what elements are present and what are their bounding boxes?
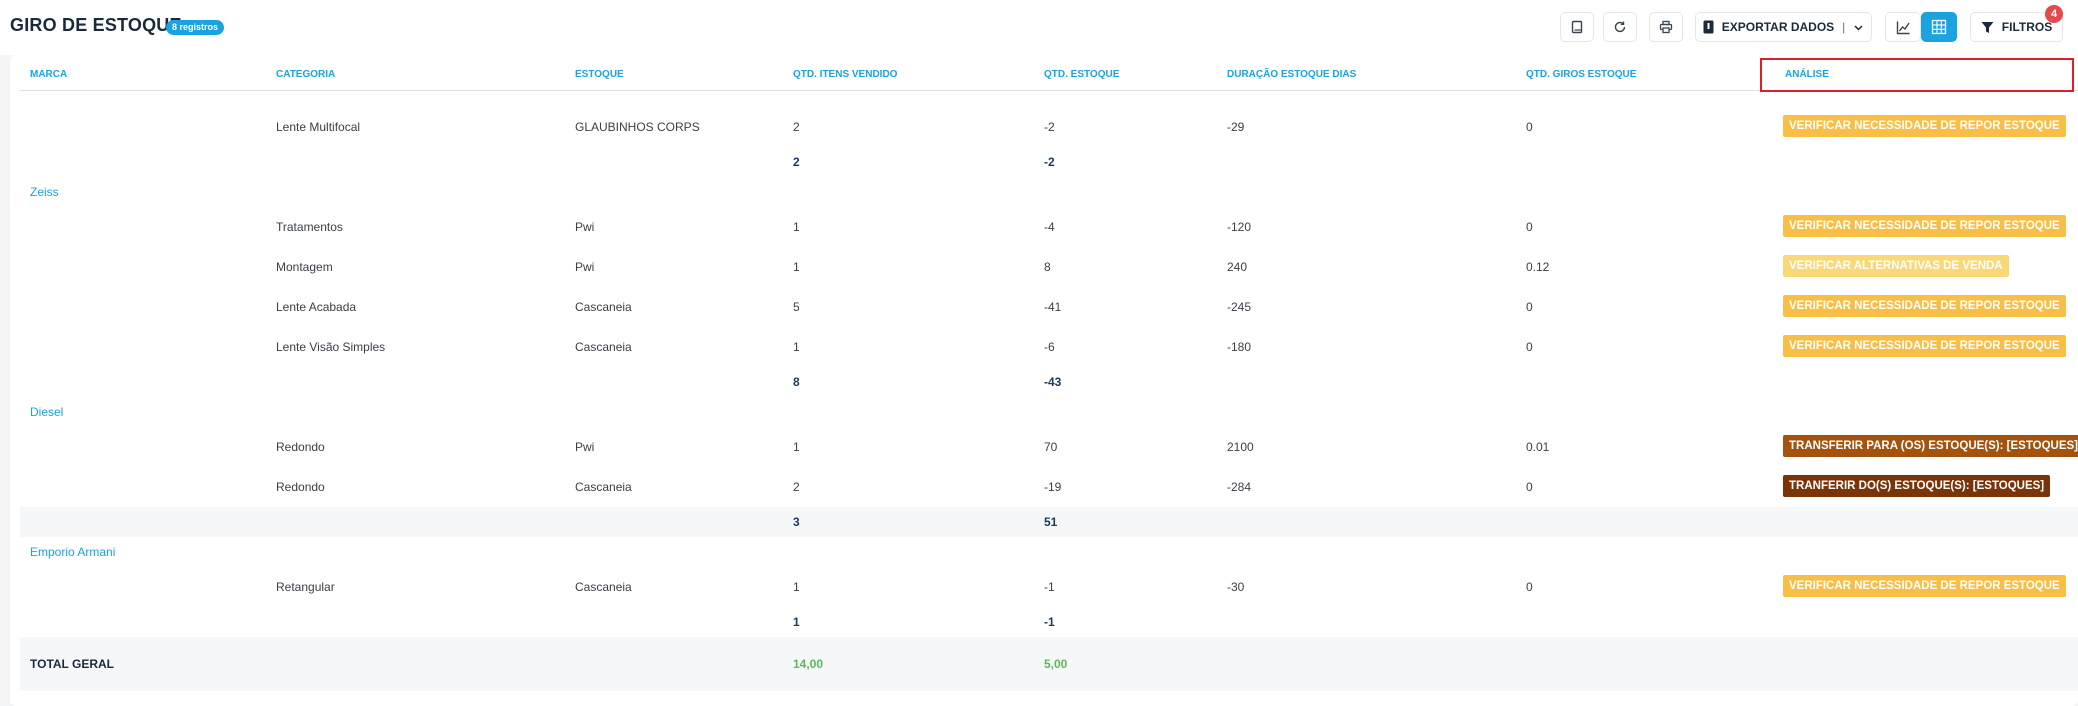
table-cell-estoque: Cascaneia	[575, 300, 632, 314]
export-data-button[interactable]: EXPORTAR DADOS |	[1695, 12, 1872, 42]
export-separator: |	[1842, 20, 1846, 34]
table-cell-categoria: Lente Multifocal	[276, 120, 361, 134]
filters-label: FILTROS	[2001, 20, 2053, 34]
subtotal-estoque: -43	[1044, 375, 1062, 389]
column-header-qtd-estoque[interactable]: QTD. ESTOQUE	[1044, 69, 1119, 80]
column-header-giros[interactable]: QTD. GIROS ESTOQUE	[1526, 69, 1636, 80]
book-icon	[1570, 20, 1584, 34]
table-cell-giros: 0	[1526, 220, 1533, 234]
analysis-badge: VERIFICAR NECESSIDADE DE REPOR ESTOQUE	[1783, 115, 2066, 137]
table-cell-vendido: 1	[793, 580, 800, 594]
manual-button[interactable]	[1560, 12, 1594, 42]
table-cell-categoria: Redondo	[276, 440, 325, 454]
column-header-marca[interactable]: MARCA	[30, 69, 67, 80]
table-cell-duracao: 240	[1227, 260, 1248, 274]
refresh-button[interactable]	[1603, 12, 1637, 42]
records-count-badge: 8 registros	[166, 20, 225, 35]
filters-count-badge: 4	[2045, 5, 2063, 23]
column-header-qtd-vendido[interactable]: QTD. ITENS VENDIDO	[793, 69, 897, 80]
subtotal-vendido: 2	[793, 155, 800, 169]
print-button[interactable]	[1649, 12, 1683, 42]
chevron-down-icon[interactable]	[1853, 22, 1864, 33]
subtotal-vendido: 8	[793, 375, 800, 389]
grid-view-button[interactable]	[1921, 12, 1957, 42]
table-cell-qtd-estoque: 8	[1044, 260, 1051, 274]
total-label: TOTAL GERAL	[30, 657, 114, 671]
total-vendido: 14,00	[793, 657, 824, 671]
table-cell-duracao: -180	[1227, 340, 1252, 354]
column-header-estoque[interactable]: ESTOQUE	[575, 69, 624, 80]
table-cell-qtd-estoque: -1	[1044, 580, 1055, 594]
table-cell-estoque: Pwi	[575, 260, 595, 274]
print-icon	[1659, 20, 1673, 34]
table-cell-categoria: Tratamentos	[276, 220, 343, 234]
page-title: GIRO DE ESTOQUE	[10, 15, 182, 35]
table-cell-vendido: 1	[793, 220, 800, 234]
brand-label[interactable]: Diesel	[30, 405, 63, 419]
table-cell-duracao: 2100	[1227, 440, 1254, 454]
table-cell-giros: 0.01	[1526, 440, 1550, 454]
analysis-badge: VERIFICAR NECESSIDADE DE REPOR ESTOQUE	[1783, 215, 2066, 237]
analysis-badge: VERIFICAR NECESSIDADE DE REPOR ESTOQUE	[1783, 575, 2066, 597]
subtotal-vendido: 1	[793, 615, 800, 629]
analysis-badge: VERIFICAR ALTERNATIVAS DE VENDA	[1783, 255, 2009, 277]
table-cell-duracao: -245	[1227, 300, 1252, 314]
table-cell-categoria: Montagem	[276, 260, 333, 274]
table-cell-qtd-estoque: -19	[1044, 480, 1062, 494]
table-cell-categoria: Retangular	[276, 580, 335, 594]
chart-view-button[interactable]	[1885, 12, 1921, 42]
analysis-badge: VERIFICAR NECESSIDADE DE REPOR ESTOQUE	[1783, 295, 2066, 317]
table-cell-estoque: Cascaneia	[575, 480, 632, 494]
table-cell-giros: 0	[1526, 120, 1533, 134]
table-cell-giros: 0.12	[1526, 260, 1550, 274]
table-cell-giros: 0	[1526, 300, 1533, 314]
table-cell-duracao: -284	[1227, 480, 1252, 494]
export-file-icon	[1703, 20, 1714, 34]
filter-icon	[1981, 21, 1994, 34]
table-cell-categoria: Redondo	[276, 480, 325, 494]
table-cell-giros: 0	[1526, 580, 1533, 594]
grid-icon	[1931, 19, 1947, 35]
column-header-duracao[interactable]: DURAÇÃO ESTOQUE DIAS	[1227, 69, 1356, 80]
brand-label[interactable]: Emporio Armani	[30, 545, 115, 559]
table-cell-giros: 0	[1526, 480, 1533, 494]
analysis-badge: TRANSFERIR PARA (OS) ESTOQUE(S): [ESTOQU…	[1783, 435, 2078, 457]
table-cell-estoque: GLAUBINHOS CORPS	[575, 120, 700, 134]
refresh-icon	[1613, 20, 1627, 34]
highlight-annotation	[1760, 58, 2074, 92]
table-cell-estoque: Pwi	[575, 220, 595, 234]
brand-label[interactable]: Zeiss	[30, 185, 59, 199]
table-cell-estoque: Pwi	[575, 440, 595, 454]
table-cell-vendido: 2	[793, 120, 800, 134]
table-cell-qtd-estoque: -6	[1044, 340, 1055, 354]
table-cell-categoria: Lente Acabada	[276, 300, 357, 314]
subtotal-vendido: 3	[793, 515, 800, 529]
table-cell-categoria: Lente Visão Simples	[276, 340, 386, 354]
table-cell-duracao: -120	[1227, 220, 1252, 234]
subtotal-estoque: 51	[1044, 515, 1058, 529]
export-label: EXPORTAR DADOS	[1721, 20, 1835, 34]
table-cell-estoque: Cascaneia	[575, 580, 632, 594]
table-cell-duracao: -30	[1227, 580, 1245, 594]
subtotal-estoque: -1	[1044, 615, 1055, 629]
analysis-badge: VERIFICAR NECESSIDADE DE REPOR ESTOQUE	[1783, 335, 2066, 357]
page-header: GIRO DE ESTOQUE 8 registros EXPORTAR DAD…	[0, 0, 2078, 55]
analysis-badge: TRANFERIR DO(S) ESTOQUE(S): [ESTOQUES]	[1783, 475, 2051, 497]
chart-icon	[1896, 20, 1911, 35]
table-cell-duracao: -29	[1227, 120, 1245, 134]
table-cell-vendido: 1	[793, 260, 800, 274]
table-cell-vendido: 2	[793, 480, 800, 494]
table-cell-qtd-estoque: 70	[1044, 440, 1058, 454]
table-cell-vendido: 5	[793, 300, 800, 314]
table-cell-vendido: 1	[793, 340, 800, 354]
table-cell-vendido: 1	[793, 440, 800, 454]
table-cell-estoque: Cascaneia	[575, 340, 632, 354]
subtotal-estoque: -2	[1044, 155, 1055, 169]
total-estoque: 5,00	[1044, 657, 1068, 671]
table-cell-qtd-estoque: -4	[1044, 220, 1055, 234]
table-cell-giros: 0	[1526, 340, 1533, 354]
column-header-categoria[interactable]: CATEGORIA	[276, 69, 335, 80]
table-cell-qtd-estoque: -2	[1044, 120, 1055, 134]
table-cell-qtd-estoque: -41	[1044, 300, 1062, 314]
